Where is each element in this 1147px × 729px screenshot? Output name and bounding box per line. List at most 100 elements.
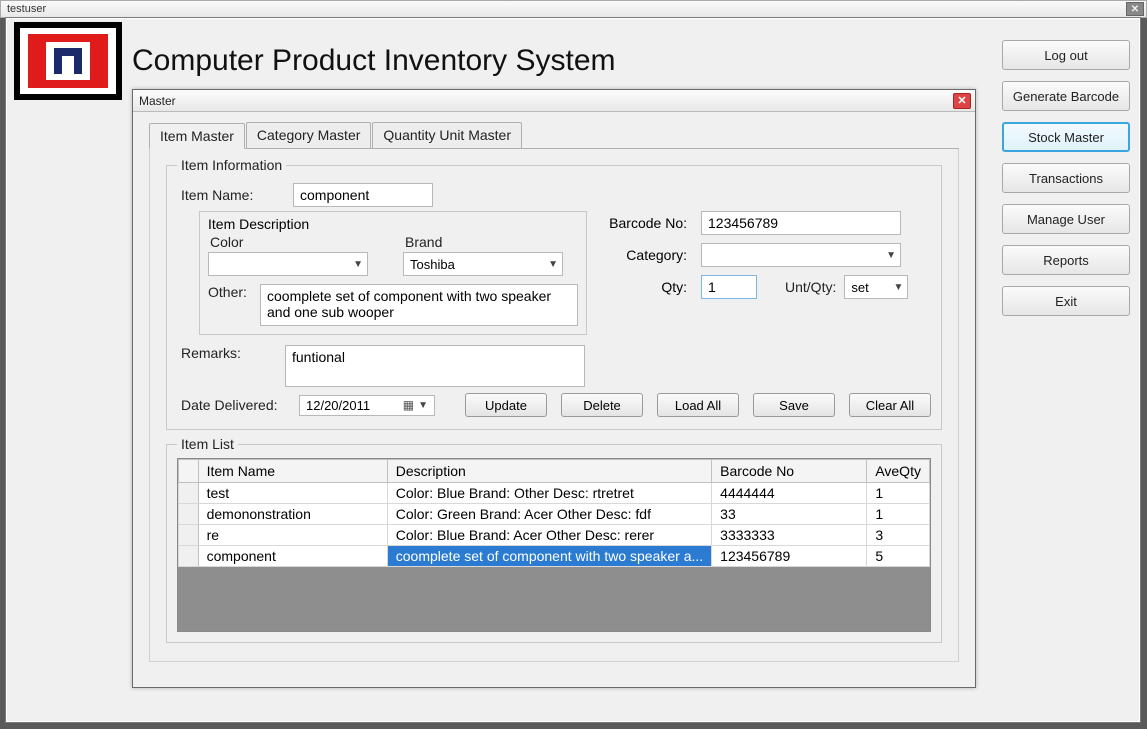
barcode-no-label: Barcode No: xyxy=(597,215,687,231)
outer-title: testuser xyxy=(7,3,46,15)
dialog-titlebar: Master ✕ xyxy=(133,90,975,112)
reports-button[interactable]: Reports xyxy=(1002,245,1130,275)
cell-barcode-no[interactable]: 123456789 xyxy=(712,546,867,567)
cell-item-name[interactable]: test xyxy=(198,483,387,504)
row-header[interactable] xyxy=(179,525,199,546)
cell-description[interactable]: Color: Blue Brand: Acer Other Desc: rere… xyxy=(387,525,711,546)
dialog-close-button[interactable]: ✕ xyxy=(953,93,971,109)
date-delivered-label: Date Delivered: xyxy=(181,397,285,413)
chevron-down-icon: ▼ xyxy=(548,259,558,270)
brand-label: Brand xyxy=(405,234,578,250)
col-ave-qty[interactable]: AveQty xyxy=(867,460,930,483)
item-list-legend: Item List xyxy=(177,436,238,452)
manage-user-button[interactable]: Manage User xyxy=(1002,204,1130,234)
cell-ave-qty[interactable]: 1 xyxy=(867,483,930,504)
cell-item-name[interactable]: demononstration xyxy=(198,504,387,525)
unit-qty-value: set xyxy=(851,280,868,295)
qty-label: Qty: xyxy=(597,279,687,295)
main-frame: Computer Product Inventory System Log ou… xyxy=(5,17,1141,723)
cell-item-name[interactable]: re xyxy=(198,525,387,546)
app-title: Computer Product Inventory System xyxy=(132,44,616,78)
cell-description[interactable]: coomplete set of component with two spea… xyxy=(387,546,711,567)
barcode-no-input[interactable] xyxy=(701,211,901,235)
transactions-button[interactable]: Transactions xyxy=(1002,163,1130,193)
table-empty-area xyxy=(178,567,930,632)
chevron-down-icon: ▼ xyxy=(886,250,896,261)
right-fields: Barcode No: Category: ▼ xyxy=(597,203,927,307)
col-description[interactable]: Description xyxy=(387,460,711,483)
tab-item-master[interactable]: Item Master xyxy=(149,123,245,149)
tab-quantity-unit-master[interactable]: Quantity Unit Master xyxy=(372,122,522,148)
brand-select[interactable]: Toshiba ▼ xyxy=(403,252,563,276)
item-list-group: Item List Item Name De xyxy=(166,436,942,643)
delete-button[interactable]: Delete xyxy=(561,393,643,417)
stock-master-button[interactable]: Stock Master xyxy=(1002,122,1130,152)
unit-qty-select[interactable]: set ▼ xyxy=(844,275,908,299)
chevron-down-icon: ▼ xyxy=(353,259,363,270)
cell-item-name[interactable]: component xyxy=(198,546,387,567)
col-item-name[interactable]: Item Name xyxy=(198,460,387,483)
item-information-legend: Item Information xyxy=(177,157,286,173)
cell-barcode-no[interactable]: 33 xyxy=(712,504,867,525)
table-row[interactable]: testColor: Blue Brand: Other Desc: rtret… xyxy=(179,483,930,504)
item-description-group: Item Description Color ▼ xyxy=(199,211,587,335)
chevron-down-icon: ▼ xyxy=(893,282,903,293)
action-buttons: Update Delete Load All Save Clear All xyxy=(465,393,931,417)
cell-barcode-no[interactable]: 4444444 xyxy=(712,483,867,504)
color-select[interactable]: ▼ xyxy=(208,252,368,276)
tab-content: Item Information Item Name: Item Descrip… xyxy=(149,149,959,662)
remarks-label: Remarks: xyxy=(181,345,245,361)
outer-window: testuser ✕ Computer Product Inventory Sy… xyxy=(0,0,1147,729)
item-description-label: Item Description xyxy=(208,216,578,232)
other-input[interactable] xyxy=(260,284,578,326)
outer-close-button[interactable]: ✕ xyxy=(1126,2,1144,16)
dialog-body: Item Master Category Master Quantity Uni… xyxy=(133,112,975,672)
item-list-table[interactable]: Item Name Description Barcode No AveQty … xyxy=(178,459,930,567)
app-logo-icon xyxy=(14,22,122,100)
calendar-icon: ▦ xyxy=(403,398,414,412)
item-name-label: Item Name: xyxy=(181,187,285,203)
category-label: Category: xyxy=(597,247,687,263)
logout-button[interactable]: Log out xyxy=(1002,40,1130,70)
other-label: Other: xyxy=(208,284,250,300)
date-delivered-value: 12/20/2011 xyxy=(306,398,370,413)
item-name-input[interactable] xyxy=(293,183,433,207)
master-dialog: Master ✕ Item Master Category Master Qua… xyxy=(132,89,976,688)
cell-barcode-no[interactable]: 3333333 xyxy=(712,525,867,546)
table-row[interactable]: componentcoomplete set of component with… xyxy=(179,546,930,567)
item-list-table-wrap: Item Name Description Barcode No AveQty … xyxy=(177,458,931,632)
qty-input[interactable] xyxy=(701,275,757,299)
cell-description[interactable]: Color: Green Brand: Acer Other Desc: fdf xyxy=(387,504,711,525)
tabstrip: Item Master Category Master Quantity Uni… xyxy=(149,122,959,149)
close-icon: ✕ xyxy=(1131,4,1139,15)
category-select[interactable]: ▼ xyxy=(701,243,901,267)
row-header[interactable] xyxy=(179,483,199,504)
clear-all-button[interactable]: Clear All xyxy=(849,393,931,417)
cell-ave-qty[interactable]: 1 xyxy=(867,504,930,525)
cell-description[interactable]: Color: Blue Brand: Other Desc: rtretret xyxy=(387,483,711,504)
generate-barcode-button[interactable]: Generate Barcode xyxy=(1002,81,1130,111)
table-row[interactable]: reColor: Blue Brand: Acer Other Desc: re… xyxy=(179,525,930,546)
tab-category-master[interactable]: Category Master xyxy=(246,122,371,148)
item-information-group: Item Information Item Name: Item Descrip… xyxy=(166,157,942,430)
side-button-panel: Log out Generate Barcode Stock Master Trans… xyxy=(1002,40,1130,316)
table-row[interactable]: demononstrationColor: Green Brand: Acer … xyxy=(179,504,930,525)
date-delivered-input[interactable]: 12/20/2011 ▦ ▼ xyxy=(299,395,435,416)
color-label: Color xyxy=(210,234,383,250)
col-barcode-no[interactable]: Barcode No xyxy=(712,460,867,483)
cell-ave-qty[interactable]: 5 xyxy=(867,546,930,567)
cell-ave-qty[interactable]: 3 xyxy=(867,525,930,546)
close-icon: ✕ xyxy=(957,94,966,107)
chevron-down-icon: ▼ xyxy=(418,400,428,411)
table-row-header-col[interactable] xyxy=(179,460,199,483)
row-header[interactable] xyxy=(179,546,199,567)
outer-titlebar: testuser ✕ xyxy=(0,0,1147,18)
remarks-input[interactable] xyxy=(285,345,585,387)
save-button[interactable]: Save xyxy=(753,393,835,417)
row-header[interactable] xyxy=(179,504,199,525)
update-button[interactable]: Update xyxy=(465,393,547,417)
exit-button[interactable]: Exit xyxy=(1002,286,1130,316)
unit-qty-label: Unt/Qty: xyxy=(785,279,836,295)
load-all-button[interactable]: Load All xyxy=(657,393,739,417)
brand-value: Toshiba xyxy=(410,257,455,272)
